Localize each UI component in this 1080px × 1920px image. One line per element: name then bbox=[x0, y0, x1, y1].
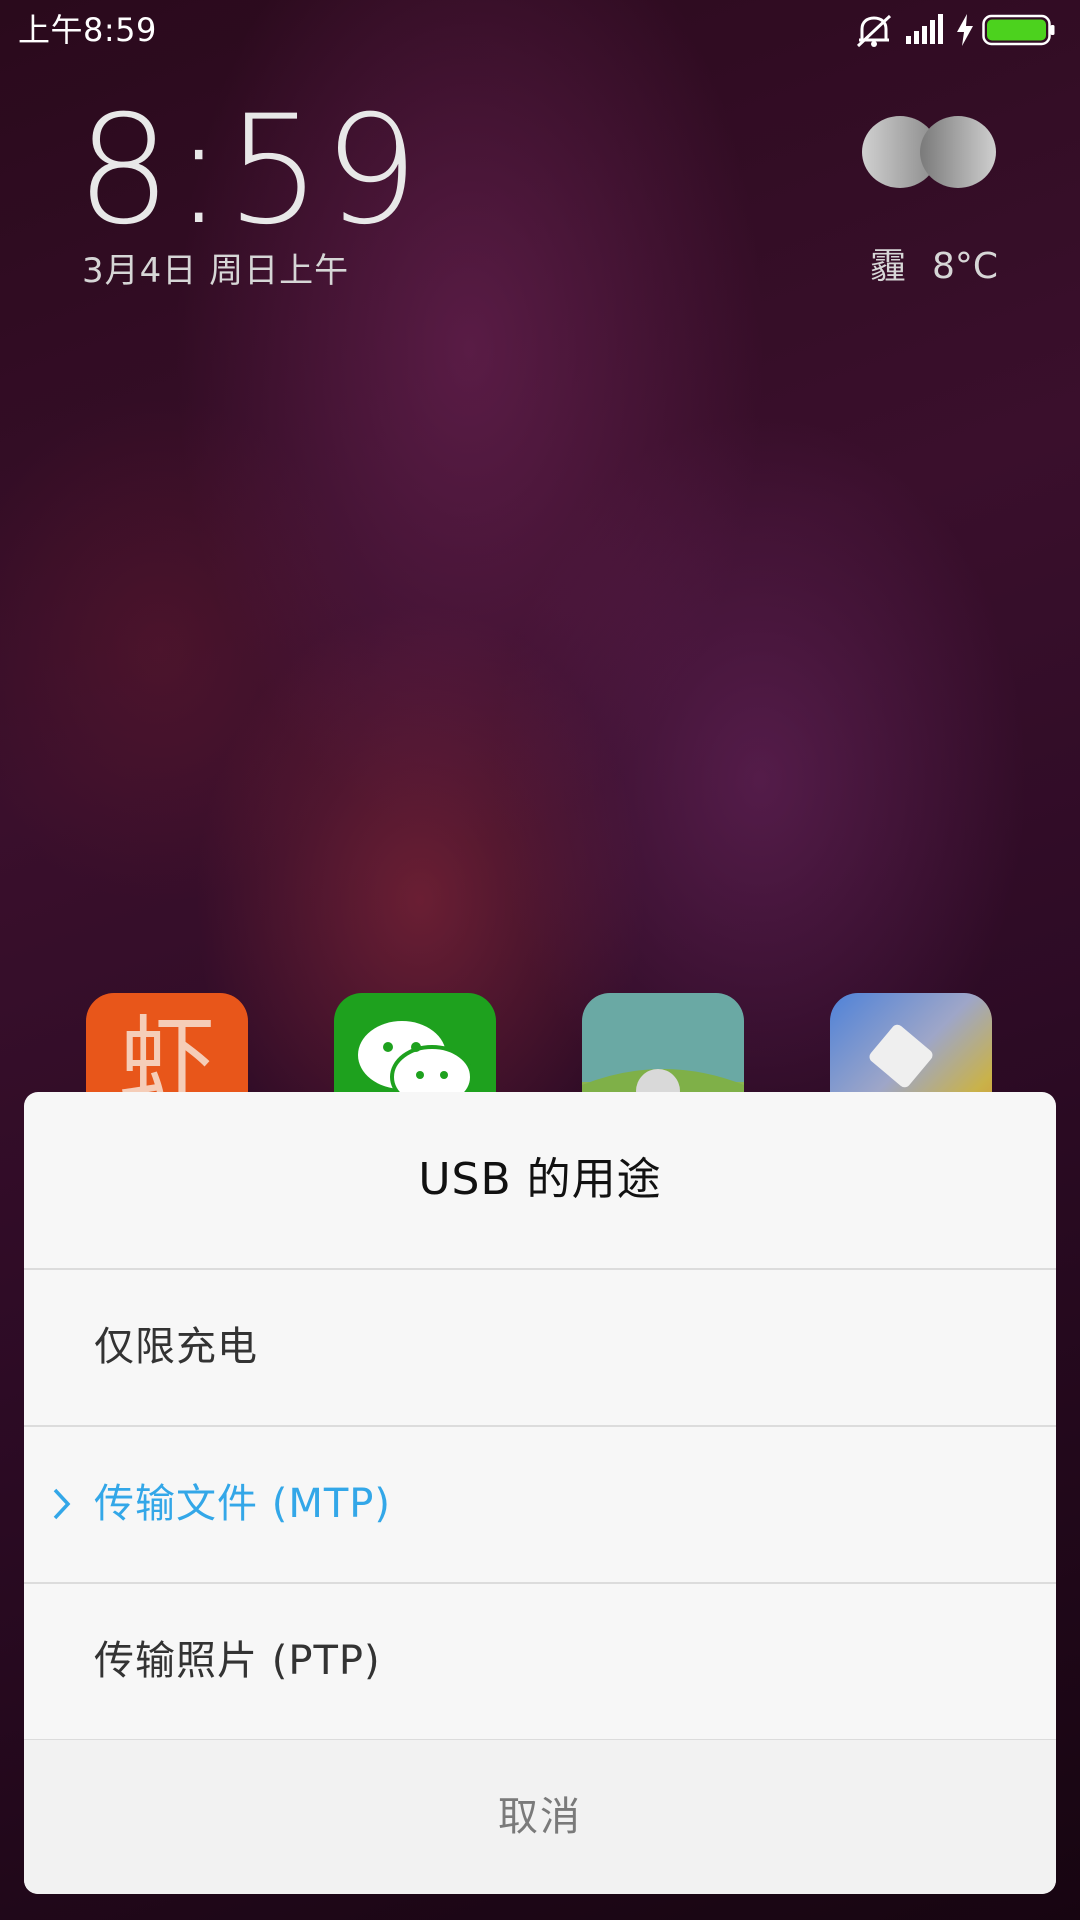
option-label: 传输文件 (MTP) bbox=[94, 1481, 391, 1527]
weather-condition: 霾 bbox=[870, 246, 907, 287]
option-label: 仅限充电 bbox=[94, 1324, 258, 1370]
battery-icon bbox=[982, 14, 1055, 46]
option-transfer-files-mtp[interactable]: 传输文件 (MTP) bbox=[24, 1427, 1056, 1582]
option-charge-only[interactable]: 仅限充电 bbox=[24, 1270, 1056, 1425]
weather-temperature: 8°C bbox=[932, 246, 999, 287]
alarm-off-icon bbox=[856, 14, 892, 48]
signal-icon bbox=[906, 14, 943, 44]
haze-icon bbox=[862, 116, 996, 188]
status-bar: 上午8:59 bbox=[0, 0, 1080, 60]
usb-usage-dialog: USB 的用途 仅限充电 传输文件 (MTP) 传输照片 (PTP) 取消 bbox=[24, 1092, 1056, 1894]
option-transfer-photos-ptp[interactable]: 传输照片 (PTP) bbox=[24, 1584, 1056, 1739]
status-icons bbox=[854, 14, 1064, 48]
charging-icon bbox=[957, 14, 973, 46]
chevron-right-icon bbox=[53, 1488, 71, 1520]
status-time: 上午8:59 bbox=[18, 11, 157, 49]
weather-info: 霾 8°C bbox=[870, 245, 998, 289]
lockscreen-clock: 8:59 bbox=[76, 84, 421, 258]
cancel-button[interactable]: 取消 bbox=[24, 1740, 1056, 1894]
lockscreen-date: 3月4日 周日上午 bbox=[82, 251, 350, 291]
option-label: 传输照片 (PTP) bbox=[94, 1638, 381, 1684]
app-shortcut-row: 虾 bbox=[0, 993, 1080, 1155]
dialog-title: USB 的用途 bbox=[418, 1154, 662, 1205]
